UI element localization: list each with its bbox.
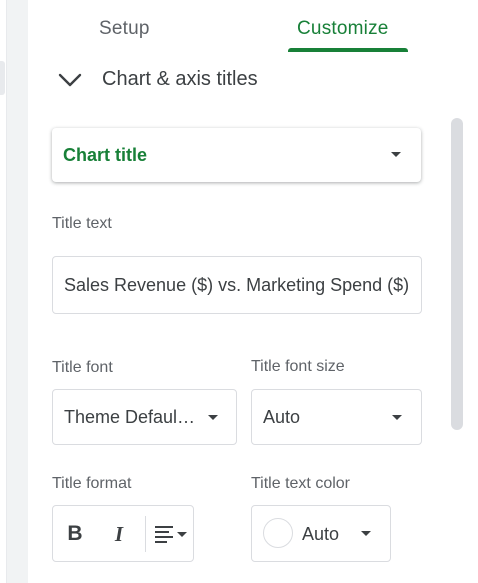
editor-tabs: Setup Customize bbox=[28, 0, 478, 56]
title-format-label: Title format bbox=[52, 475, 132, 492]
dropdown-caret-icon bbox=[361, 531, 371, 536]
tab-setup[interactable]: Setup bbox=[99, 18, 150, 40]
italic-icon[interactable]: I bbox=[105, 520, 133, 548]
title-text-color-label: Title text color bbox=[251, 475, 350, 492]
title-format-toolbar: B I bbox=[52, 505, 194, 562]
scrollbar[interactable] bbox=[451, 118, 463, 430]
title-text-color-value: Auto bbox=[302, 524, 340, 544]
title-font-size-dropdown[interactable]: Auto bbox=[251, 389, 422, 445]
bold-icon[interactable]: B bbox=[61, 520, 89, 548]
title-type-select[interactable]: Chart title bbox=[52, 128, 421, 182]
dropdown-caret-icon bbox=[391, 152, 401, 157]
align-left-icon[interactable] bbox=[153, 521, 189, 549]
title-font-size-label: Title font size bbox=[251, 358, 345, 375]
title-font-size-value: Auto bbox=[263, 407, 301, 427]
title-font-dropdown[interactable]: Theme Defaul… bbox=[52, 389, 237, 445]
sheet-edge bbox=[0, 0, 7, 583]
sheet-edge-tab bbox=[0, 61, 5, 95]
color-swatch bbox=[263, 518, 293, 548]
tab-customize[interactable]: Customize bbox=[297, 18, 389, 40]
dropdown-caret-icon bbox=[392, 415, 402, 420]
title-text-color-dropdown[interactable]: Auto bbox=[251, 505, 391, 562]
chart-editor-panel: Setup Customize Chart & axis titles Char… bbox=[28, 0, 478, 583]
title-text-label: Title text bbox=[52, 215, 112, 232]
format-divider bbox=[145, 516, 146, 552]
section-title: Chart & axis titles bbox=[102, 68, 258, 90]
title-text-field bbox=[52, 256, 422, 314]
chevron-down-icon bbox=[58, 73, 82, 87]
title-text-input[interactable] bbox=[53, 257, 421, 313]
dropdown-caret-icon bbox=[208, 415, 218, 420]
section-chart-axis-titles[interactable]: Chart & axis titles bbox=[58, 62, 448, 98]
chart-editor: Setup Customize Chart & axis titles Char… bbox=[0, 0, 478, 583]
title-font-label: Title font bbox=[52, 359, 113, 376]
title-type-value: Chart title bbox=[63, 145, 148, 165]
active-tab-indicator bbox=[288, 48, 408, 52]
title-font-value: Theme Defaul… bbox=[64, 407, 196, 427]
